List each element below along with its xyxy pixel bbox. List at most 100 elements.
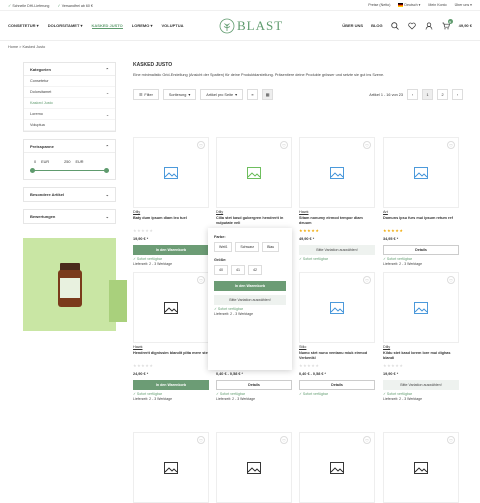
special-items-filter[interactable]: Besondere Artikel ⌄ (23, 187, 116, 202)
product-brand[interactable]: Hawk (133, 345, 209, 349)
color-option[interactable]: Schwarz (235, 242, 260, 252)
price-header[interactable]: Preisspanne ⌃ (24, 140, 115, 153)
sort-select[interactable]: Sortierung ▾ (162, 89, 197, 100)
product-image[interactable]: ♡ (216, 432, 292, 503)
prev-page-icon[interactable]: ‹ (407, 89, 418, 100)
product-brand[interactable]: Dilly (133, 210, 209, 214)
wishlist-heart-icon[interactable]: ♡ (447, 436, 455, 444)
wishlist-heart-icon[interactable]: ♡ (197, 436, 205, 444)
price-min[interactable]: 0 (34, 160, 36, 164)
net-prices-toggle[interactable]: Preise (Netto) (368, 3, 390, 7)
size-option[interactable]: 41 (231, 265, 245, 275)
category-item[interactable]: Voluptua (24, 120, 115, 131)
slider-max-handle[interactable] (104, 168, 109, 173)
chevron-down-icon[interactable]: ⌄ (106, 90, 109, 95)
language-select[interactable]: Deutsch ▾ (398, 3, 420, 7)
wishlist-heart-icon[interactable]: ♡ (363, 276, 371, 284)
promo-banner[interactable] (23, 238, 127, 331)
category-item[interactable]: Kasked Justo (24, 98, 115, 109)
select-variation-button[interactable]: Bitte Variation auswählen! (214, 295, 286, 305)
product-name[interactable]: Kildu stet kasd lorem lore mui dighas bl… (383, 351, 459, 361)
per-page-select[interactable]: Artikel pro Seite ▾ (200, 89, 243, 100)
product-card[interactable]: ♡ Hawk Hendrerit dignissim blandit plita m… (133, 272, 209, 401)
product-image[interactable]: ♡ (383, 432, 459, 503)
wishlist-heart-icon[interactable]: ♡ (447, 276, 455, 284)
product-card[interactable]: ♡ Hawk Sitam nonumy eirmod tempor diam deu… (299, 137, 375, 261)
nav-item[interactable]: DOLORSITAMET ▾ (48, 23, 83, 29)
about-menu[interactable]: Über uns ▾ (455, 3, 472, 7)
nav-item[interactable]: CONSETETUR ▾ (8, 23, 39, 29)
filter-button[interactable]: ☰ Filter (133, 89, 159, 100)
product-image[interactable]: ♡ (133, 137, 209, 208)
product-brand[interactable]: Dilly (216, 210, 292, 214)
product-card[interactable]: ♡ Stilo Numo stet nuno ventanu miuk eirmod… (299, 272, 375, 396)
product-image[interactable]: ♡ (299, 432, 375, 503)
product-card[interactable]: ♡ (216, 432, 292, 503)
wishlist-heart-icon[interactable]: ♡ (280, 141, 288, 149)
product-card[interactable]: ♡ Dilly Kildu stet kasd lorem lore mui dig… (383, 272, 459, 401)
product-action-button[interactable]: In den Warenkorb (133, 380, 209, 390)
product-brand[interactable]: Art (383, 210, 459, 214)
reviews-filter[interactable]: Bewertungen ⌄ (23, 209, 116, 224)
product-image[interactable]: ♡ (383, 272, 459, 343)
search-icon[interactable] (391, 21, 400, 30)
user-icon[interactable] (425, 21, 434, 30)
product-action-button[interactable]: Details (383, 245, 459, 255)
wishlist-heart-icon[interactable]: ♡ (197, 276, 205, 284)
product-brand[interactable]: Hawk (299, 210, 375, 214)
wishlist-heart-icon[interactable]: ♡ (363, 141, 371, 149)
product-card[interactable]: ♡ (133, 432, 209, 503)
product-action-button[interactable]: Bitte Variation auswählen! (383, 380, 459, 390)
chevron-down-icon[interactable]: ⌄ (106, 112, 109, 117)
wishlist-heart-icon[interactable]: ♡ (280, 436, 288, 444)
nav-item[interactable]: VOLUPTUA (161, 23, 183, 29)
size-option[interactable]: 40 (214, 265, 228, 275)
cart-total[interactable]: 49,90 € (459, 23, 472, 28)
page-1[interactable]: 1 (422, 89, 433, 100)
product-name[interactable]: Numo stet nuno ventanu miuk eirmod Verke… (299, 351, 375, 361)
price-max[interactable]: 250 (64, 160, 70, 164)
categories-header[interactable]: Kategorien ⌃ (24, 63, 115, 76)
product-name[interactable]: Domuns ipsu furs mui ipsum retum ref (383, 216, 459, 226)
product-image[interactable]: ♡ (133, 272, 209, 343)
product-action-button[interactable]: Details (216, 380, 292, 390)
product-action-button[interactable]: Details (299, 380, 375, 390)
about-link[interactable]: ÜBER UNS (342, 23, 363, 28)
product-name[interactable]: Hendrerit dignissim blandit plita mere s… (133, 351, 209, 361)
product-card[interactable]: ♡ (299, 432, 375, 503)
product-image[interactable]: ♡ (299, 272, 375, 343)
product-image[interactable]: ♡ (299, 137, 375, 208)
blog-link[interactable]: BLOG (371, 23, 383, 28)
product-image[interactable]: ♡ (216, 137, 292, 208)
product-card[interactable]: ♡ (383, 432, 459, 503)
product-action-button[interactable]: Bitte Variation auswählen! (299, 245, 375, 255)
product-card[interactable]: ♡ Dilly Baty dum ipsum diam leo tuel ★★★★★ 1… (133, 137, 209, 266)
category-item[interactable]: Dolorsitamet ⌄ (24, 87, 115, 98)
product-image[interactable]: ♡ (383, 137, 459, 208)
product-brand[interactable]: Stilo (299, 345, 375, 349)
product-card[interactable]: ♡ Dilly Cilia stet kasd gubergren hendreri… (216, 137, 292, 241)
wishlist-heart-icon[interactable]: ♡ (363, 436, 371, 444)
product-card[interactable]: ♡ Art Domuns ipsu furs mui ipsum retum ref… (383, 137, 459, 266)
product-brand[interactable]: Dilly (383, 345, 459, 349)
category-item[interactable]: Consetetur (24, 76, 115, 87)
color-option[interactable]: Blau (262, 242, 280, 252)
price-slider[interactable] (30, 167, 109, 175)
heart-icon[interactable] (408, 21, 417, 30)
cart-icon[interactable]: 0 (442, 19, 453, 30)
product-name[interactable]: Sitam nonumy eirmod tempor diam deuum (299, 216, 375, 226)
product-image[interactable]: ♡ (133, 432, 209, 503)
wishlist-heart-icon[interactable]: ♡ (447, 141, 455, 149)
size-option[interactable]: 42 (248, 265, 262, 275)
add-to-cart-button[interactable]: In den Warenkorb (214, 281, 286, 291)
nav-item[interactable]: KASKED JUSTO (91, 23, 123, 29)
color-option[interactable]: Weiß (214, 242, 233, 252)
category-item[interactable]: Loremo ⌄ (24, 109, 115, 120)
account-link[interactable]: Mein Konto (428, 3, 446, 7)
nav-item[interactable]: LOREMO ▾ (132, 23, 153, 29)
wishlist-heart-icon[interactable]: ♡ (197, 141, 205, 149)
page-2[interactable]: 2 (437, 89, 448, 100)
product-name[interactable]: Cilia stet kasd gubergren hendrerit in v… (216, 216, 292, 226)
next-page-icon[interactable]: › (452, 89, 463, 100)
product-name[interactable]: Baty dum ipsum diam leo tuel (133, 216, 209, 226)
